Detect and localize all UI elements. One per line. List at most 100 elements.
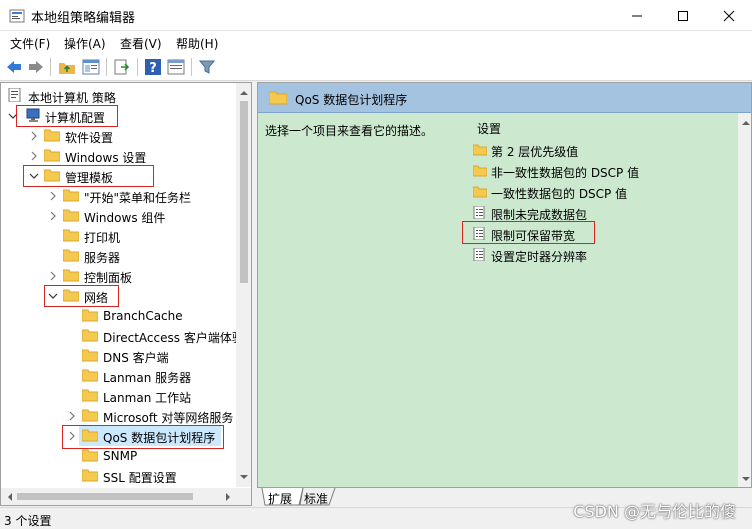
scroll-down-arrow-icon[interactable]: [738, 471, 752, 487]
setting-item-timer-resolution[interactable]: 设置定时器分辨率: [469, 245, 749, 266]
tree-label: SSL 配置设置: [103, 471, 177, 485]
tree-item-server[interactable]: 服务器: [1, 246, 237, 266]
minimize-button[interactable]: [614, 0, 660, 31]
tab-extended[interactable]: 扩展: [268, 488, 292, 506]
up-folder-icon[interactable]: [58, 58, 76, 76]
column-header-settings: 设置: [477, 122, 502, 136]
tree-horizontal-scrollbar[interactable]: [1, 488, 237, 505]
tree-item-directaccess[interactable]: DirectAccess 客户端体验: [1, 326, 244, 346]
description-text: 选择一个项目来查看它的描述。: [265, 124, 434, 138]
tree-vertical-scroll-thumb[interactable]: [240, 101, 248, 283]
tree-item-lanman-server[interactable]: Lanman 服务器: [1, 366, 237, 386]
toolbar-separator: [50, 58, 51, 76]
scroll-left-arrow-icon[interactable]: [2, 489, 18, 505]
folder-icon: [63, 269, 79, 282]
chevron-right-icon[interactable]: [66, 410, 78, 422]
setting-item-conforming-dscp[interactable]: 一致性数据包的 DSCP 值: [469, 182, 749, 203]
annotation-box: [23, 165, 154, 187]
tree-item-windows-settings[interactable]: Windows 设置: [1, 146, 237, 166]
tree-label: DirectAccess 客户端体验: [103, 331, 244, 345]
svg-text:?: ?: [149, 61, 157, 76]
chevron-right-icon[interactable]: [47, 210, 59, 222]
details-header: QoS 数据包计划程序: [258, 83, 751, 113]
chevron-right-icon[interactable]: [47, 190, 59, 202]
annotation-box: [16, 105, 118, 127]
tree-item-dns-client[interactable]: DNS 客户端: [1, 346, 237, 366]
help-icon[interactable]: ?: [144, 58, 162, 76]
export-list-icon[interactable]: [113, 58, 131, 76]
chevron-right-icon[interactable]: [28, 130, 40, 142]
forward-arrow-icon[interactable]: [27, 58, 45, 76]
tree-label: BranchCache: [103, 309, 183, 323]
folder-icon: [82, 369, 98, 382]
close-button[interactable]: [706, 0, 752, 31]
folder-icon: [82, 309, 98, 322]
tree-vertical-scrollbar[interactable]: [236, 83, 252, 487]
tree-item-lanman-workstation[interactable]: Lanman 工作站: [1, 386, 237, 406]
tree-item-branchcache[interactable]: BranchCache: [1, 306, 237, 326]
menu-view[interactable]: 查看(V): [120, 35, 162, 52]
tree-item-ssl[interactable]: SSL 配置设置: [1, 466, 237, 486]
filter-icon[interactable]: [198, 58, 216, 76]
folder-icon: [82, 389, 98, 402]
group-policy-app-icon: [9, 9, 25, 23]
policy-setting-icon: [473, 206, 485, 219]
folder-icon: [63, 189, 79, 202]
tree-label: Microsoft 对等网络服务: [103, 411, 234, 425]
setting-item-layer2-priority[interactable]: 第 2 层优先级值: [469, 140, 749, 161]
folder-icon: [473, 186, 487, 198]
setting-item-nonconforming-dscp[interactable]: 非一致性数据包的 DSCP 值: [469, 161, 749, 182]
menu-bar: 文件(F) 操作(A) 查看(V) 帮助(H): [0, 31, 752, 53]
chevron-right-icon[interactable]: [47, 270, 59, 282]
details-pane: QoS 数据包计划程序 选择一个项目来查看它的描述。 设置 第 2 层优先级值 …: [257, 82, 752, 488]
folder-icon: [63, 249, 79, 262]
tree-item-microsoft-p2p[interactable]: Microsoft 对等网络服务: [1, 406, 237, 426]
chevron-right-icon[interactable]: [28, 150, 40, 162]
setting-label: 非一致性数据包的 DSCP 值: [491, 166, 640, 180]
maximize-button[interactable]: [660, 0, 706, 31]
console-tree[interactable]: 本地计算机 策略 计算机配置 软件设置 Windows 设置 管理模板 "开始"…: [0, 82, 252, 506]
scroll-right-arrow-icon[interactable]: [220, 489, 236, 505]
tree-horizontal-scroll-thumb[interactable]: [17, 493, 193, 500]
tree-item-printers[interactable]: 打印机: [1, 226, 237, 246]
tree-item-network[interactable]: 网络: [1, 286, 237, 306]
annotation-box: [462, 221, 595, 244]
close-icon: [723, 10, 735, 22]
tree-item-windows-components[interactable]: Windows 组件: [1, 206, 237, 226]
scroll-corner: [236, 488, 251, 505]
tree-label: Windows 组件: [84, 211, 166, 225]
tree-item-control-panel[interactable]: 控制面板: [1, 266, 237, 286]
settings-column-header[interactable]: 设置: [469, 113, 751, 139]
tab-standard[interactable]: 标准: [304, 488, 328, 506]
setting-label: 第 2 层优先级值: [491, 145, 579, 159]
scroll-down-arrow-icon[interactable]: [236, 469, 252, 485]
details-vertical-scrollbar[interactable]: [738, 113, 752, 487]
folder-icon: [63, 209, 79, 222]
folder-icon: [63, 229, 79, 242]
tree-label: 软件设置: [65, 131, 114, 145]
tree-item-snmp[interactable]: SNMP: [1, 446, 237, 466]
properties-view-icon[interactable]: [167, 58, 185, 76]
tree-item-start-menu[interactable]: "开始"菜单和任务栏: [1, 186, 237, 206]
back-arrow-icon[interactable]: [5, 58, 23, 76]
title-bar: 本地组策略编辑器: [0, 0, 752, 31]
tree-label: Windows 设置: [65, 151, 147, 165]
policy-setting-icon: [473, 248, 485, 261]
menu-help[interactable]: 帮助(H): [176, 35, 218, 52]
scroll-up-arrow-icon[interactable]: [738, 115, 752, 131]
menu-file[interactable]: 文件(F): [10, 35, 50, 52]
window-title: 本地组策略编辑器: [31, 11, 136, 26]
folder-icon: [82, 349, 98, 362]
folder-icon: [82, 469, 98, 482]
scroll-up-arrow-icon[interactable]: [236, 85, 252, 101]
annotation-box: [44, 285, 119, 307]
toolbar-separator: [191, 58, 192, 76]
folder-icon: [82, 409, 98, 422]
menu-action[interactable]: 操作(A): [64, 35, 106, 52]
show-hide-tree-icon[interactable]: [82, 58, 100, 76]
status-text: 3 个设置: [4, 514, 52, 528]
tree-item-software-settings[interactable]: 软件设置: [1, 126, 237, 146]
tree-item-root[interactable]: 本地计算机 策略: [1, 86, 237, 106]
folder-icon: [269, 91, 287, 105]
tree-label: 服务器: [84, 251, 121, 265]
